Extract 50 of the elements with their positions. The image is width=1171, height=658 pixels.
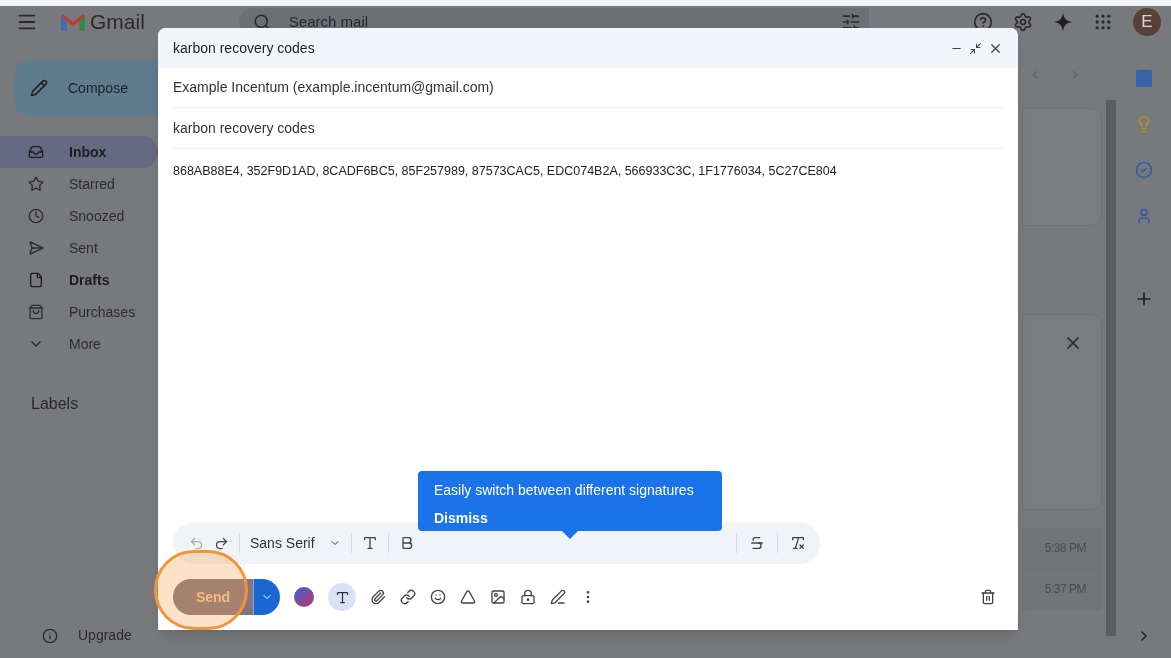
apps-icon[interactable] xyxy=(1093,12,1113,32)
paperclip-icon[interactable] xyxy=(370,589,386,605)
tooltip-text: Easily switch between different signatures xyxy=(434,481,695,499)
lock-icon[interactable] xyxy=(520,589,536,605)
send-button[interactable]: Send xyxy=(173,579,253,615)
avatar[interactable]: E xyxy=(1133,8,1161,36)
formatting-options-icon[interactable] xyxy=(328,583,356,611)
dismiss-link[interactable]: Dismiss xyxy=(434,509,488,527)
pencil-icon xyxy=(30,79,48,97)
exit-fullscreen-icon[interactable] xyxy=(969,41,982,55)
inbox-icon xyxy=(28,144,44,160)
clock-icon xyxy=(28,208,44,224)
strikethrough-icon[interactable] xyxy=(749,535,765,551)
trash-icon[interactable] xyxy=(980,589,996,605)
sparkle-icon[interactable] xyxy=(1053,12,1073,32)
scrollbar[interactable] xyxy=(1106,100,1116,636)
send-options-button[interactable] xyxy=(253,579,280,615)
nav-item[interactable]: Purchases xyxy=(0,296,158,328)
pen-icon[interactable] xyxy=(550,589,566,605)
settings-icon[interactable] xyxy=(1013,12,1033,32)
message-body[interactable]: 868AB88E4, 352F9D1AD, 8CADF6BC5, 85F257989, 87573CAC5, EDC074B2A, 566933C3C, 1F1776034, 5C27CE804 xyxy=(173,162,1003,181)
upgrade-link[interactable]: Upgrade xyxy=(78,625,132,646)
clear-formatting-icon[interactable] xyxy=(790,535,806,551)
app-name: Gmail xyxy=(90,9,145,36)
triangle-icon[interactable] xyxy=(460,589,476,605)
file-icon xyxy=(28,272,44,288)
nav-item[interactable]: Snoozed xyxy=(0,200,158,232)
subject-field[interactable]: karbon recovery codes xyxy=(173,117,315,139)
envelope-logo-icon xyxy=(60,12,86,32)
redo-icon[interactable] xyxy=(214,535,229,551)
labels-heading: Labels xyxy=(31,394,80,414)
send-icon xyxy=(28,240,44,256)
nav-item[interactable]: Drafts xyxy=(0,264,158,296)
emoji-icon[interactable] xyxy=(430,589,446,605)
info-circle-icon xyxy=(42,627,58,644)
nav-item[interactable]: Starred xyxy=(0,168,158,200)
bag-icon xyxy=(28,304,44,320)
search-field[interactable]: Search mail xyxy=(288,12,589,32)
text-size-icon[interactable] xyxy=(361,535,378,551)
link-icon[interactable] xyxy=(400,589,416,605)
nav-item[interactable]: Sent xyxy=(0,232,158,264)
nav-item[interactable]: Inbox xyxy=(0,136,158,168)
nav-item[interactable]: More xyxy=(0,328,158,360)
star-icon xyxy=(28,176,44,192)
search-icon xyxy=(252,13,271,31)
gradient-logo-icon[interactable] xyxy=(294,587,314,607)
font-select[interactable]: Sans Serif xyxy=(250,532,341,554)
check-circle-icon[interactable] xyxy=(1134,161,1153,179)
image-icon[interactable] xyxy=(490,589,506,605)
compose-title: karbon recovery codes xyxy=(173,38,315,58)
